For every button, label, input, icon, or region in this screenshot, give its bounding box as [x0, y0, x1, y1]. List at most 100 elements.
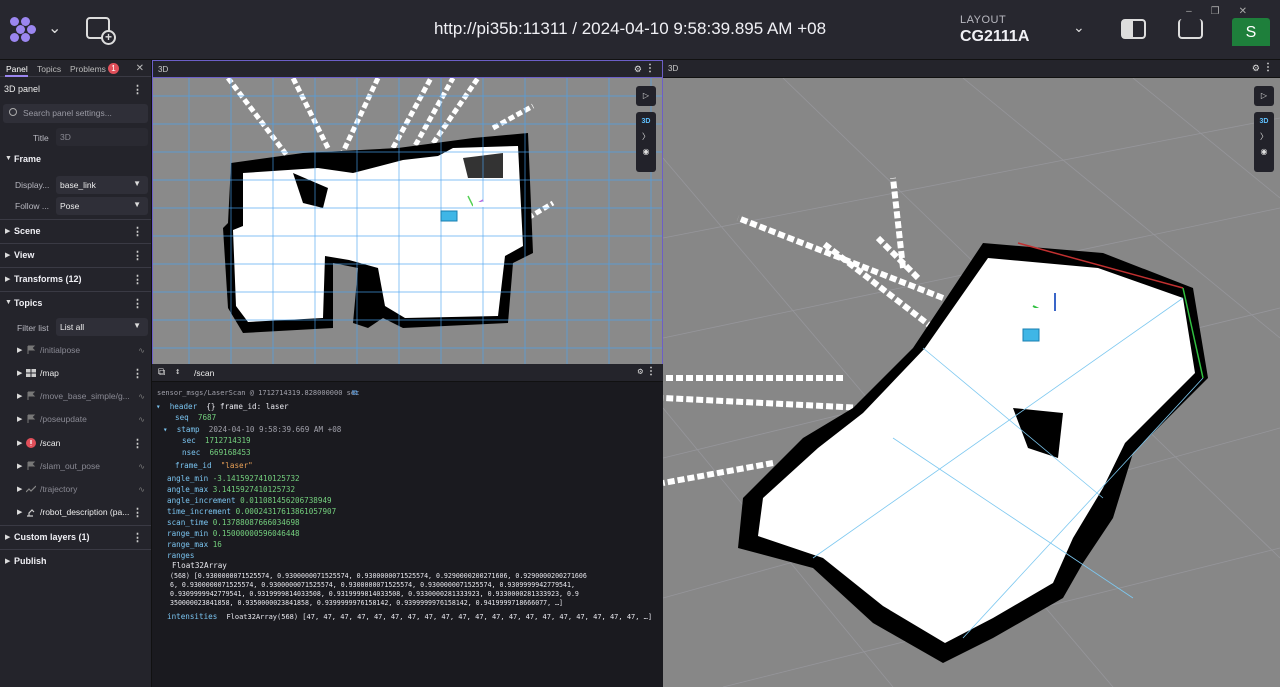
topic-label: /move_base_simple/g... — [40, 391, 130, 401]
topic-row-poseupdate[interactable]: ▶ /poseupdate ∿ — [0, 408, 151, 431]
topic-row-map[interactable]: ▶ /map ⋮ — [0, 362, 151, 385]
app-menu-chevron-icon[interactable]: ⌄ — [48, 18, 61, 38]
tab-problems[interactable]: Problems — [70, 64, 106, 74]
panel-settings-menu-icon[interactable]: ⋮ — [132, 83, 143, 96]
section-transforms[interactable]: ▶ Transforms (12) ⋮ — [0, 267, 151, 291]
field-seq: seq 7687 — [175, 413, 216, 422]
gear-icon[interactable]: ⚙ — [638, 367, 643, 377]
layout-name[interactable]: CG2111A — [960, 28, 1029, 46]
eye-off-icon[interactable]: ∿ — [138, 346, 145, 355]
dropdown-icon: ▼ — [133, 179, 141, 188]
flag-icon — [27, 345, 36, 354]
select-tool-icon[interactable]: ▷ — [636, 86, 656, 106]
right-3d-viewport[interactable]: ▷ 3D 〉 ◉ — [663, 78, 1280, 687]
kebab-menu-icon[interactable]: ⋮ — [132, 297, 143, 310]
eye-off-icon[interactable]: ∿ — [138, 485, 145, 494]
field-value: 1712714319 — [204, 436, 251, 445]
section-publish[interactable]: ▶ Publish — [0, 549, 151, 573]
ranges-line: 6, 0.9300000071525574, 0.930000007152557… — [170, 581, 575, 589]
expand-icon: ▶ — [5, 228, 11, 235]
topic-row-robot-description[interactable]: ▶ /robot_description (pa... ⋮ — [0, 501, 151, 524]
raw-messages-panel: ⧉ ↕ /scan ⚙ ⋮ sensor_msgs/LaserScan @ 17… — [152, 364, 663, 687]
topic-row-scan[interactable]: ▶ /scan ⋮ — [0, 432, 151, 455]
expand-collapse-icon[interactable]: ↕ — [175, 367, 180, 377]
field-range-min: range_min 0.15000000596046448 — [167, 529, 300, 538]
add-panel-icon[interactable]: + — [86, 17, 116, 45]
tab-panel[interactable]: Panel — [6, 64, 28, 74]
kebab-menu-icon[interactable]: ⋮ — [1263, 62, 1273, 73]
field-stamp[interactable]: ▾ stamp 2024-04-10 9:58:39.669 AM +08 — [163, 425, 341, 434]
tab-topics[interactable]: Topics — [37, 64, 61, 74]
occupancy-map-perspective — [663, 78, 1280, 687]
field-header[interactable]: ▾ header {} frame_id: laser — [156, 402, 289, 411]
collapse-icon: ▼ — [5, 155, 12, 162]
ruler-icon[interactable]: 〉 — [636, 131, 656, 142]
settings-sidebar: Panel Topics Problems 1 ✕ 3D panel ⋮ Sea… — [0, 60, 152, 687]
field-value: Float32Array(568) [47, 47, 47, 47, 47, 4… — [226, 613, 653, 621]
title-field[interactable]: 3D — [56, 128, 148, 146]
field-key: nsec — [182, 448, 201, 457]
section-topics[interactable]: ▼ Topics ⋮ — [0, 291, 151, 315]
field-ranges-type: Float32Array — [172, 561, 227, 570]
section-custom-layers[interactable]: ▶ Custom layers (1) ⋮ — [0, 525, 151, 549]
panel-settings-title: 3D panel — [4, 84, 41, 94]
field-time-increment: time_increment 0.00024317613861057907 — [167, 507, 336, 516]
view-mode-toggle[interactable]: 3D — [636, 118, 656, 125]
panel-title: 3D — [158, 65, 169, 74]
kebab-menu-icon[interactable]: ⋮ — [132, 225, 143, 238]
search-icon — [9, 108, 17, 116]
copy-icon[interactable]: ⧉ — [352, 388, 358, 398]
gear-icon[interactable]: ⚙ — [634, 64, 642, 75]
topic-row-slam-out-pose[interactable]: ▶ /slam_out_pose ∿ — [0, 455, 151, 478]
filter-list-select[interactable]: List all ▼ — [56, 318, 148, 336]
kebab-menu-icon[interactable]: ⋮ — [132, 273, 143, 286]
kebab-menu-icon[interactable]: ⋮ — [645, 63, 655, 74]
field-key: range_max — [167, 540, 209, 549]
kebab-menu-icon[interactable]: ⋮ — [132, 506, 143, 519]
close-icon[interactable]: ✕ — [136, 63, 144, 74]
expand-icon: ▶ — [17, 393, 23, 400]
app-logo-icon[interactable] — [10, 17, 44, 45]
section-scene[interactable]: ▶ Scene ⋮ — [0, 219, 151, 243]
sidebar-tabs: Panel Topics Problems 1 ✕ — [0, 60, 151, 77]
right-sidebar-toggle-icon[interactable] — [1178, 19, 1203, 39]
search-input[interactable]: Search panel settings... — [3, 104, 148, 123]
gear-icon[interactable]: ⚙ — [1252, 63, 1260, 74]
eye-off-icon[interactable]: ∿ — [138, 415, 145, 424]
layout-chevron-down-icon[interactable]: ⌄ — [1073, 19, 1085, 36]
eye-off-icon[interactable]: ∿ — [138, 392, 145, 401]
field-key: header — [169, 402, 198, 411]
view-mode-toggle[interactable]: 3D — [1254, 118, 1274, 125]
ranges-line: (568) [0.9300000071525574, 0.93000000715… — [170, 572, 587, 580]
kebab-menu-icon[interactable]: ⋮ — [132, 249, 143, 262]
publish-point-icon[interactable]: ◉ — [636, 147, 656, 156]
grid-icon — [26, 369, 36, 377]
kebab-menu-icon[interactable]: ⋮ — [132, 367, 143, 380]
topic-row-initialpose[interactable]: ▶ /initialpose ∿ — [0, 339, 151, 362]
eye-off-icon[interactable]: ∿ — [138, 462, 145, 471]
flag-icon — [27, 414, 36, 423]
field-value: 0.011081456206738949 — [240, 496, 332, 505]
publish-point-icon[interactable]: ◉ — [1254, 147, 1274, 156]
field-value: 16 — [212, 540, 222, 549]
topic-row-trajectory[interactable]: ▶ /trajectory ∿ — [0, 478, 151, 501]
copy-icon[interactable]: ⧉ — [158, 367, 165, 378]
field-angle-max: angle_max 3.1415927410125732 — [167, 485, 295, 494]
kebab-menu-icon[interactable]: ⋮ — [132, 531, 143, 544]
left-sidebar-toggle-icon[interactable] — [1121, 19, 1146, 39]
select-tool-icon[interactable]: ▷ — [1254, 86, 1274, 106]
display-frame-select[interactable]: base_link ▼ — [56, 176, 148, 194]
section-frame[interactable]: ▼ Frame — [0, 148, 151, 172]
section-view[interactable]: ▶ View ⋮ — [0, 243, 151, 267]
user-avatar[interactable]: S — [1232, 18, 1270, 46]
left-3d-viewport[interactable]: ▷ 3D 〉 ◉ — [152, 78, 663, 364]
ruler-icon[interactable]: 〉 — [1254, 131, 1274, 142]
window-controls[interactable]: –❐✕ — [1186, 6, 1266, 17]
field-ranges-key: ranges — [167, 551, 195, 560]
kebab-menu-icon[interactable]: ⋮ — [132, 437, 143, 450]
topic-row-move-base-simple[interactable]: ▶ /move_base_simple/g... ∿ — [0, 385, 151, 408]
topic-path-input[interactable]: /scan — [194, 368, 214, 378]
field-key: seq — [175, 413, 189, 422]
kebab-menu-icon[interactable]: ⋮ — [646, 366, 656, 377]
follow-mode-select[interactable]: Pose ▼ — [56, 197, 148, 215]
